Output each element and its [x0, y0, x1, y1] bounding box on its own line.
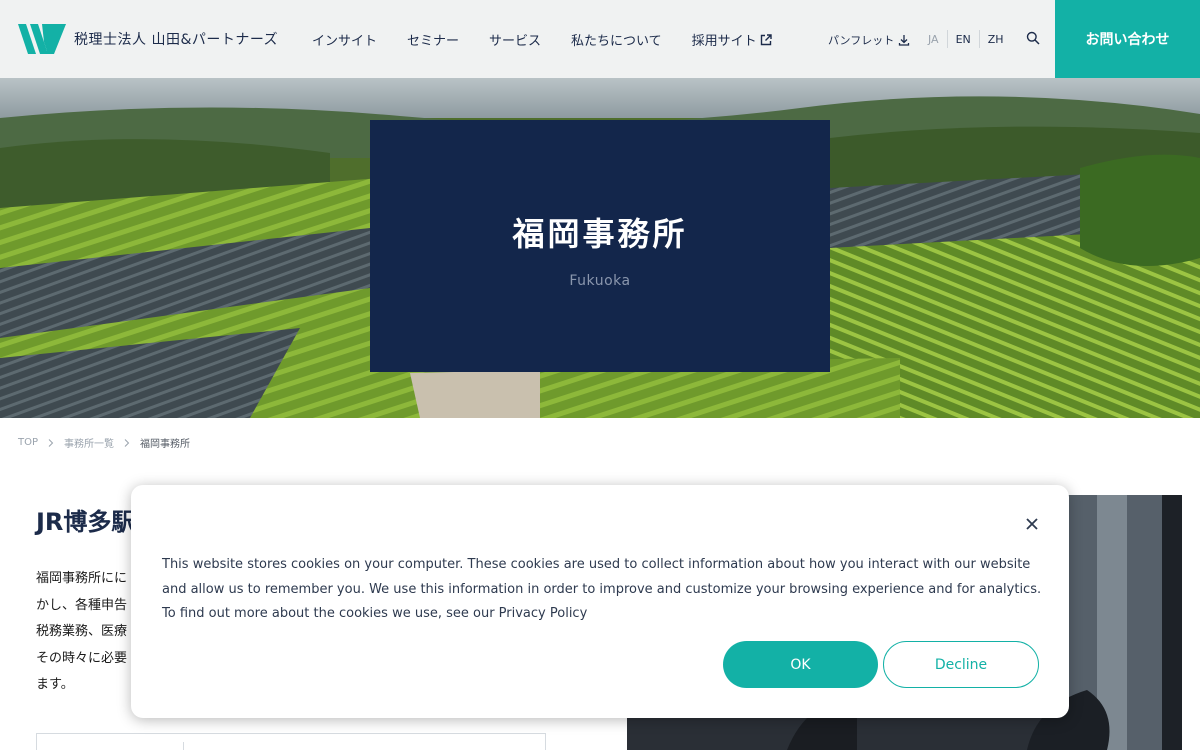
download-icon — [899, 35, 910, 46]
contact-button[interactable]: お問い合わせ — [1055, 0, 1200, 78]
lang-en[interactable]: EN — [948, 33, 979, 46]
main-nav: インサイト セミナー サービス 私たちについて 採用サイト — [312, 30, 802, 49]
breadcrumb: TOP 事務所一覧 福岡事務所 — [18, 435, 190, 450]
cookie-message: This website stores cookies on your comp… — [162, 557, 1042, 621]
section-heading: JR博多駅 — [36, 508, 136, 536]
lang-ja[interactable]: JA — [920, 33, 947, 46]
hero-title-box: 福岡事務所 Fukuoka — [370, 120, 830, 372]
cookie-consent-dialog: This website stores cookies on your comp… — [131, 485, 1069, 718]
nav-recruit[interactable]: 採用サイト — [692, 30, 772, 49]
breadcrumb-current: 福岡事務所 — [140, 439, 191, 450]
pamphlet-label: パンフレット — [828, 34, 895, 47]
site-header: 税理士法人 山田&パートナーズ インサイト セミナー サービス 私たちについて … — [0, 0, 1200, 78]
nav-recruit-label: 採用サイト — [691, 34, 757, 49]
breadcrumb-office-list[interactable]: 事務所一覧 — [64, 435, 114, 450]
close-icon[interactable] — [1025, 517, 1039, 531]
nav-insight[interactable]: インサイト — [312, 30, 377, 49]
logo-text: 税理士法人 山田&パートナーズ — [74, 32, 279, 48]
nav-about[interactable]: 私たちについて — [571, 30, 662, 49]
cookie-decline-button[interactable]: Decline — [883, 641, 1039, 688]
breadcrumb-top[interactable]: TOP — [18, 437, 38, 448]
search-icon[interactable] — [1026, 31, 1040, 45]
table-column-divider — [183, 742, 184, 750]
chevron-right-icon — [124, 438, 130, 447]
hero-banner: 福岡事務所 Fukuoka — [0, 78, 1200, 418]
nav-service[interactable]: サービス — [489, 30, 541, 49]
external-link-icon — [760, 33, 772, 45]
pamphlet-download-link[interactable]: パンフレット — [828, 32, 910, 48]
language-switcher: JA EN ZH — [920, 30, 1012, 48]
chevron-right-icon — [48, 438, 54, 447]
page-title: 福岡事務所 — [512, 215, 688, 253]
office-info-table — [36, 733, 546, 750]
logo-link[interactable]: 税理士法人 山田&パートナーズ — [18, 24, 278, 54]
cookie-accept-button[interactable]: OK — [723, 641, 878, 688]
page-subtitle: Fukuoka — [569, 273, 631, 289]
logo-mark-icon — [18, 24, 66, 54]
nav-seminar[interactable]: セミナー — [407, 30, 459, 49]
lang-zh[interactable]: ZH — [980, 33, 1012, 46]
